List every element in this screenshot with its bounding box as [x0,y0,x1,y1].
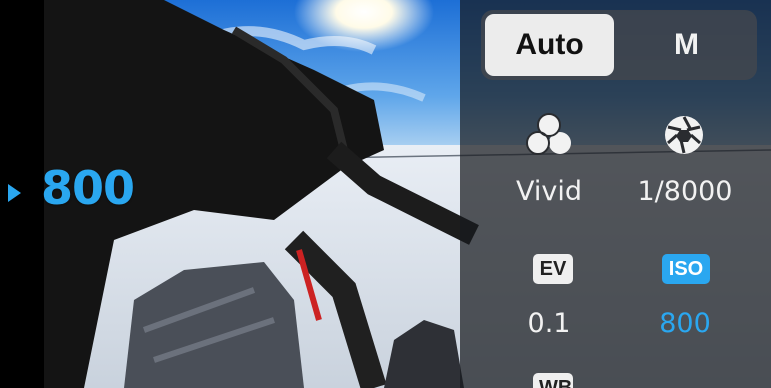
settings-panel: Auto M Vivid 1/8000 EV 0.1 ISO 800 WB [460,0,771,388]
selected-value-arrow-icon [8,184,21,202]
aperture-icon[interactable] [663,114,705,160]
selected-value-readout: 800 [41,161,135,215]
color-mode-value[interactable]: Vivid [479,176,619,207]
manual-mode-button[interactable]: M [620,14,753,76]
camera-screen: 800 Auto M Vivid 1/8000 EV 0.1 ISO 800 W… [0,0,771,388]
mode-toggle: Auto M [481,10,757,80]
ev-badge[interactable]: EV [533,254,573,284]
iso-value[interactable]: 800 [615,308,755,339]
auto-mode-button[interactable]: Auto [485,14,614,76]
color-filter-icon[interactable] [526,112,572,162]
wb-badge[interactable]: WB [533,373,573,388]
shutter-speed-value[interactable]: 1/8000 [615,176,755,207]
ev-value[interactable]: 0.1 [479,308,619,339]
iso-badge[interactable]: ISO [662,254,710,284]
